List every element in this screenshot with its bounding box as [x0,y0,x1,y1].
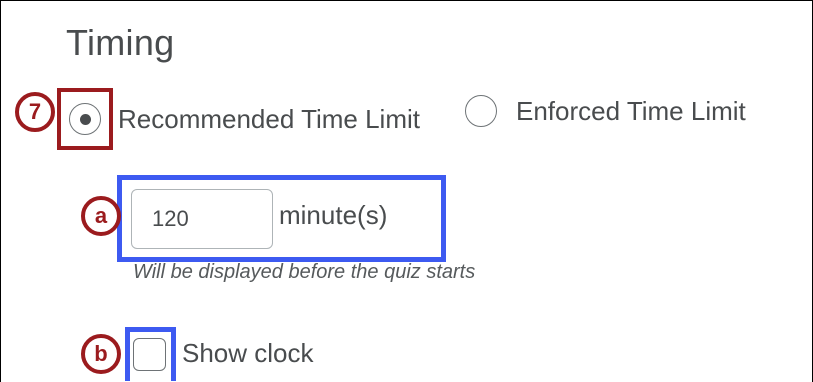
show-clock-checkbox[interactable] [133,338,166,371]
callout-step-b: b [81,334,121,374]
recommended-time-limit-label[interactable]: Recommended Time Limit [118,104,420,135]
recommended-time-limit-radio[interactable] [69,103,101,135]
enforced-time-limit-label[interactable]: Enforced Time Limit [516,96,746,127]
radio-selected-dot [79,113,91,125]
enforced-time-limit-radio[interactable] [465,95,497,127]
minutes-unit-label: minute(s) [279,200,388,230]
show-clock-label[interactable]: Show clock [182,338,314,369]
section-title: Timing [66,22,175,63]
minutes-input[interactable] [131,189,273,249]
callout-step-7: 7 [15,92,55,132]
callout-step-a: a [81,196,121,236]
helper-text: Will be displayed before the quiz starts [133,261,476,283]
